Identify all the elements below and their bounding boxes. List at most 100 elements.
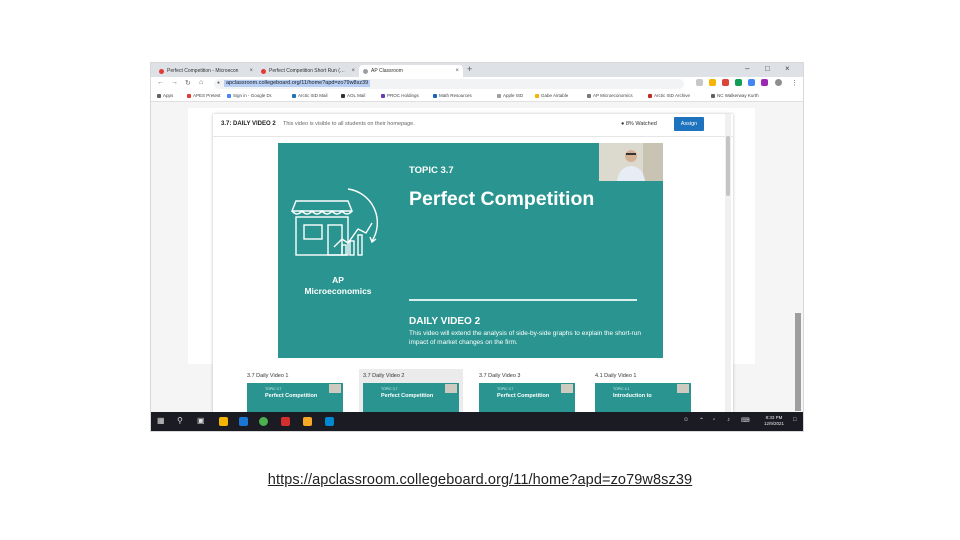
app-icon[interactable] (303, 417, 312, 426)
tab-label: Perfect Competition Short Run (… (269, 68, 345, 74)
video-modal: 3.7: DAILY VIDEO 2 This video is visible… (213, 114, 733, 412)
new-tab-button[interactable]: + (467, 64, 472, 74)
browser-tab-active[interactable]: AP Classroom × (359, 65, 463, 77)
playlist-item[interactable]: 3.7 Daily Video 3 TOPIC 3.7 Perfect Comp… (475, 369, 579, 412)
bookmark-item[interactable]: Math Resources (433, 93, 472, 98)
presenter-webcam (599, 143, 663, 181)
modal-scrollbar-thumb[interactable] (726, 136, 730, 196)
playlist-item-label: 4.1 Daily Video 1 (595, 373, 637, 379)
bookmark-item[interactable]: APES Pretest (187, 93, 221, 98)
address-bar[interactable]: ● apclassroom.collegeboard.org/11/home?a… (214, 79, 684, 89)
store-icon[interactable] (239, 417, 248, 426)
chrome-icon[interactable] (259, 417, 268, 426)
playlist-item-label: 3.7 Daily Video 3 (479, 373, 521, 379)
bookmark-icon (497, 93, 501, 98)
video-description: This video will extend the analysis of s… (409, 330, 641, 346)
modal-subtitle: This video is visible to all students on… (283, 121, 415, 127)
extension-icon[interactable] (748, 79, 755, 86)
mail-icon (341, 93, 345, 98)
back-arrow-icon[interactable]: ← (157, 79, 164, 86)
file-explorer-icon[interactable] (219, 417, 228, 426)
tab-close-icon[interactable]: × (249, 68, 253, 74)
tab-close-icon[interactable]: × (351, 68, 355, 74)
bookmark-icon (187, 93, 191, 98)
lock-icon: ● (217, 80, 221, 86)
profile-avatar[interactable] (775, 79, 782, 86)
modal-header: 3.7: DAILY VIDEO 2 This video is visible… (213, 114, 733, 137)
bookmark-item[interactable]: Gabe Airtable (535, 93, 568, 98)
source-link[interactable]: https://apclassroom.collegeboard.org/11/… (0, 472, 960, 488)
minimize-button[interactable]: – (745, 64, 749, 73)
browser-toolbar: ← → ↻ ⌂ ● apclassroom.collegeboard.org/1… (151, 77, 803, 91)
playlist-thumbnail: TOPIC 3.7 Perfect Competition (479, 383, 575, 412)
bookmark-item[interactable]: Arctic ISD Mail (292, 93, 328, 98)
keyboard-icon[interactable]: ⌨ (741, 417, 750, 424)
bookmark-item[interactable]: Apps (157, 93, 173, 98)
presenter-silhouette (599, 143, 663, 181)
app-icon[interactable] (325, 417, 334, 426)
storefront-chart-icon (290, 188, 379, 256)
watchers-indicator[interactable]: ● 8% Watched (621, 121, 657, 127)
taskbar-clock[interactable]: 8:33 PM 12/9/2021 (759, 415, 789, 427)
bookmark-icon (535, 93, 539, 98)
bookmark-icon (648, 93, 652, 98)
tray-chevron-icon[interactable]: ⌃ (699, 417, 704, 424)
mail-icon (292, 93, 296, 98)
playlist-item-label: 3.7 Daily Video 2 (363, 373, 405, 379)
assign-button[interactable]: Assign (674, 117, 704, 131)
windows-taskbar: ▦ ⚲ ▣ ☺ ⌃ ▫ ♪ ⌨ 8:33 PM 12/9/2021 □ (151, 412, 803, 431)
reload-icon[interactable]: ↻ (185, 79, 191, 87)
watchers-label: 8% Watched (625, 121, 657, 127)
course-label: AP Microeconomics (304, 275, 372, 296)
tab-close-icon[interactable]: × (455, 68, 459, 74)
video-player[interactable]: AP Microeconomics TOPIC 3.7 Perfect Comp… (278, 143, 663, 358)
bookmark-item[interactable]: NC Walkerway Kurth (711, 93, 759, 98)
office-icon[interactable] (281, 417, 290, 426)
screenshot-frame: Perfect Competition - Microecon × Perfec… (151, 63, 803, 431)
bookmark-icon (587, 93, 591, 98)
bookmark-item[interactable]: Arctic ISD Archive (648, 93, 690, 98)
apps-grid-icon (157, 93, 161, 98)
menu-dots-icon[interactable]: ⋮ (791, 79, 798, 87)
playlist-thumbnail: TOPIC 4.1 Introduction to (595, 383, 691, 412)
url-text[interactable]: apclassroom.collegeboard.org/11/home?apd… (224, 80, 371, 87)
windows-start-icon[interactable]: ▦ (157, 416, 165, 425)
ap-classroom-icon (363, 68, 368, 74)
task-view-icon[interactable]: ▣ (197, 416, 205, 425)
forward-arrow-icon[interactable]: → (171, 79, 178, 86)
notification-icon[interactable]: □ (793, 417, 797, 423)
playlist-item-active[interactable]: 3.7 Daily Video 2 TOPIC 3.7 Perfect Comp… (359, 369, 463, 412)
browser-tab-strip: Perfect Competition - Microecon × Perfec… (151, 63, 803, 77)
maximize-button[interactable]: □ (765, 64, 770, 73)
extension-icon[interactable] (761, 79, 768, 86)
browser-tab[interactable]: Perfect Competition Short Run (… × (257, 65, 359, 77)
bookmark-item[interactable]: Apple ISD (497, 93, 523, 98)
bookmark-icon (433, 93, 437, 98)
browser-tab[interactable]: Perfect Competition - Microecon × (155, 65, 257, 77)
extension-icon[interactable] (709, 79, 716, 86)
video-topic: TOPIC 3.7 (409, 165, 454, 176)
volume-icon[interactable]: ♪ (727, 417, 730, 423)
bookmark-item[interactable]: PROC Holdings (381, 93, 419, 98)
extension-icon[interactable] (735, 79, 742, 86)
bookmark-item[interactable]: Sign in - Google Dr. (227, 93, 272, 98)
tab-label: Perfect Competition - Microecon (167, 68, 239, 74)
mini-webcam (677, 384, 689, 393)
bookmark-item[interactable]: AP Microeconomics (587, 93, 633, 98)
bookmark-item[interactable]: AOL Mail (341, 93, 365, 98)
people-icon[interactable]: ☺ (683, 417, 689, 423)
playlist-thumbnail: TOPIC 3.7 Perfect Competition (247, 383, 343, 412)
home-icon[interactable]: ⌂ (199, 79, 203, 86)
playlist-item[interactable]: 3.7 Daily Video 1 TOPIC 3.7 Perfect Comp… (243, 369, 347, 412)
mini-webcam (445, 384, 457, 393)
extension-icon[interactable] (696, 79, 703, 86)
network-icon[interactable]: ▫ (713, 417, 715, 423)
mini-webcam (329, 384, 341, 393)
modal-title: 3.7: DAILY VIDEO 2 (221, 121, 276, 127)
playlist-item[interactable]: 4.1 Daily Video 1 TOPIC 4.1 Introduction… (591, 369, 695, 412)
extension-icon[interactable] (722, 79, 729, 86)
close-window-button[interactable]: × (785, 64, 790, 73)
page-scrollbar[interactable] (795, 313, 801, 411)
youtube-icon (159, 68, 164, 74)
search-icon[interactable]: ⚲ (177, 416, 183, 425)
